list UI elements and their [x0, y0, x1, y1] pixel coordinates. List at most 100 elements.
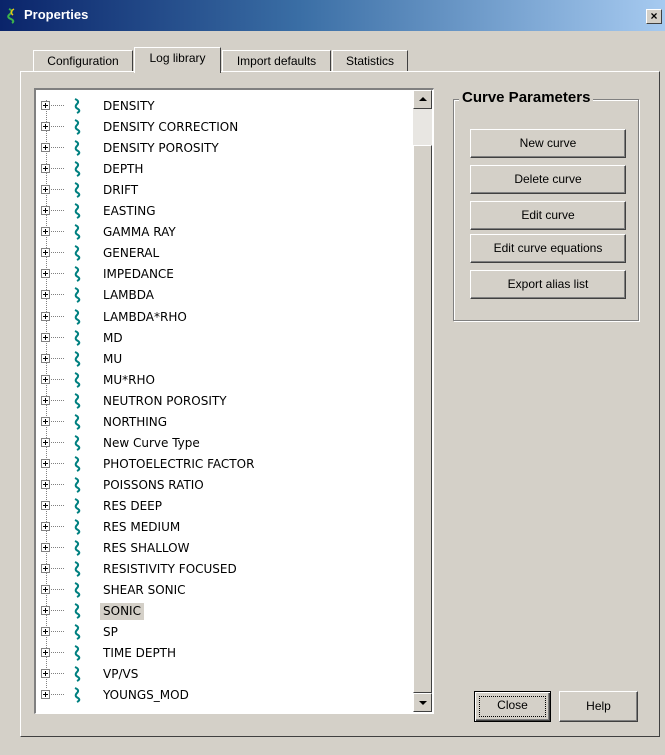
tree-item[interactable]: GAMMA RAY	[36, 222, 416, 242]
expand-icon[interactable]	[41, 437, 50, 447]
expand-icon[interactable]	[41, 143, 50, 153]
tree-item[interactable]: DENSITY	[36, 96, 416, 116]
tree-item[interactable]: YOUNGS_MOD	[36, 685, 416, 705]
expand-icon[interactable]	[41, 627, 50, 637]
tree-item[interactable]: PHOTOELECTRIC FACTOR	[36, 454, 416, 474]
tab-log-library[interactable]: Log library	[134, 47, 221, 73]
scroll-thumb[interactable]	[413, 145, 432, 693]
tree-item[interactable]: IMPEDANCE	[36, 264, 416, 284]
tree-item[interactable]: LAMBDA	[36, 285, 416, 305]
expand-icon[interactable]	[41, 522, 50, 531]
expand-icon[interactable]	[41, 648, 50, 658]
curve-type-icon	[74, 392, 81, 409]
tree-connector	[51, 273, 64, 275]
expand-icon[interactable]	[41, 669, 50, 679]
tree-item[interactable]: MU	[36, 349, 416, 369]
tree-item-label: New Curve Type	[103, 435, 200, 450]
app-icon	[7, 8, 15, 24]
tree-item[interactable]: LAMBDA*RHO	[36, 307, 416, 327]
tree-item-label: PHOTOELECTRIC FACTOR	[103, 456, 255, 471]
tree-item[interactable]: VP/VS	[36, 664, 416, 684]
tree-item[interactable]: MU*RHO	[36, 370, 416, 390]
expand-icon[interactable]	[41, 543, 50, 553]
new-curve-button[interactable]: New curve	[470, 129, 626, 158]
close-button[interactable]: Close	[474, 691, 551, 722]
export-alias-list-button[interactable]: Export alias list	[470, 270, 626, 299]
tree-connector	[51, 231, 64, 233]
tree-scrollbar[interactable]	[413, 90, 432, 712]
expand-icon[interactable]	[41, 269, 50, 279]
expand-icon[interactable]	[41, 248, 50, 258]
expand-icon[interactable]	[41, 227, 50, 237]
expand-icon[interactable]	[41, 311, 50, 321]
tree-item[interactable]: GENERAL	[36, 243, 416, 263]
edit-curve-equations-button[interactable]: Edit curve equations	[470, 234, 626, 263]
tab-statistics[interactable]: Statistics	[332, 50, 408, 72]
tree-item-label: POISSONS RATIO	[103, 477, 204, 492]
tree-item[interactable]: DENSITY CORRECTION	[36, 117, 416, 137]
delete-curve-button[interactable]: Delete curve	[470, 165, 626, 194]
curve-type-icon	[74, 582, 81, 599]
tree-item[interactable]: RES DEEP	[36, 496, 416, 516]
tab-configuration[interactable]: Configuration	[33, 50, 133, 72]
tree-item[interactable]: SHEAR SONIC	[36, 580, 416, 600]
curve-type-tree[interactable]: DENSITY DENSITY CORRECTION DENSITY POROSIT…	[34, 88, 434, 714]
tree-item[interactable]: NEUTRON POROSITY	[36, 391, 416, 411]
tree-item[interactable]: NORTHING	[36, 412, 416, 432]
tree-connector	[51, 694, 64, 696]
curve-type-icon	[74, 603, 81, 620]
expand-icon[interactable]	[41, 690, 50, 700]
tree-item-label: DRIFT	[103, 183, 139, 198]
tree-item[interactable]: TIME DEPTH	[36, 643, 416, 663]
tree-item[interactable]: DENSITY POROSITY	[36, 138, 416, 158]
expand-icon[interactable]	[41, 290, 50, 300]
tree-connector	[51, 147, 64, 149]
curve-type-icon	[74, 476, 81, 493]
tree-item[interactable]: New Curve Type	[36, 433, 416, 453]
tree-connector	[51, 105, 64, 106]
expand-icon[interactable]	[41, 206, 50, 216]
expand-icon[interactable]	[41, 353, 50, 363]
expand-icon[interactable]	[41, 374, 50, 384]
tree-item[interactable]: MD	[36, 328, 416, 348]
tree-connector	[51, 357, 64, 359]
tree-connector	[51, 315, 64, 317]
expand-icon[interactable]	[41, 606, 50, 616]
expand-icon[interactable]	[41, 164, 50, 174]
curve-type-icon	[74, 245, 81, 262]
tree-item[interactable]: EASTING	[36, 201, 416, 221]
tree-connector	[51, 336, 64, 338]
expand-icon[interactable]	[41, 416, 50, 426]
expand-icon[interactable]	[41, 332, 50, 342]
scroll-down-button[interactable]	[413, 693, 432, 712]
tree-item[interactable]: RES MEDIUM	[36, 517, 416, 537]
expand-icon[interactable]	[41, 479, 50, 489]
curve-type-icon	[74, 224, 81, 241]
expand-icon[interactable]	[41, 564, 50, 574]
tree-item[interactable]: RES SHALLOW	[36, 538, 416, 558]
help-button[interactable]: Help	[559, 691, 638, 722]
tree-item-label: VP/VS	[103, 667, 139, 682]
tree-item[interactable]: SONIC	[36, 601, 416, 621]
curve-type-icon	[74, 140, 81, 156]
tree-item[interactable]: DRIFT	[36, 180, 416, 200]
tree-item-label: LAMBDA	[103, 288, 154, 303]
expand-icon[interactable]	[41, 101, 50, 110]
expand-icon[interactable]	[41, 185, 50, 195]
window-close-button[interactable]: ×	[646, 9, 662, 24]
tab-import-defaults[interactable]: Import defaults	[222, 50, 331, 72]
expand-icon[interactable]	[41, 395, 50, 405]
tree-connector	[51, 631, 64, 633]
tree-item[interactable]: SP	[36, 622, 416, 642]
expand-icon[interactable]	[41, 585, 50, 595]
tree-item[interactable]: POISSONS RATIO	[36, 475, 416, 495]
edit-curve-button[interactable]: Edit curve	[470, 201, 626, 230]
expand-icon[interactable]	[41, 458, 50, 468]
tree-item[interactable]: DEPTH	[36, 159, 416, 179]
scroll-up-button[interactable]	[413, 90, 432, 109]
tree-connector	[51, 462, 64, 464]
tree-item[interactable]: RESISTIVITY FOCUSED	[36, 559, 416, 579]
title-bar[interactable]: Properties ×	[0, 0, 665, 31]
expand-icon[interactable]	[41, 500, 50, 510]
expand-icon[interactable]	[41, 122, 50, 132]
